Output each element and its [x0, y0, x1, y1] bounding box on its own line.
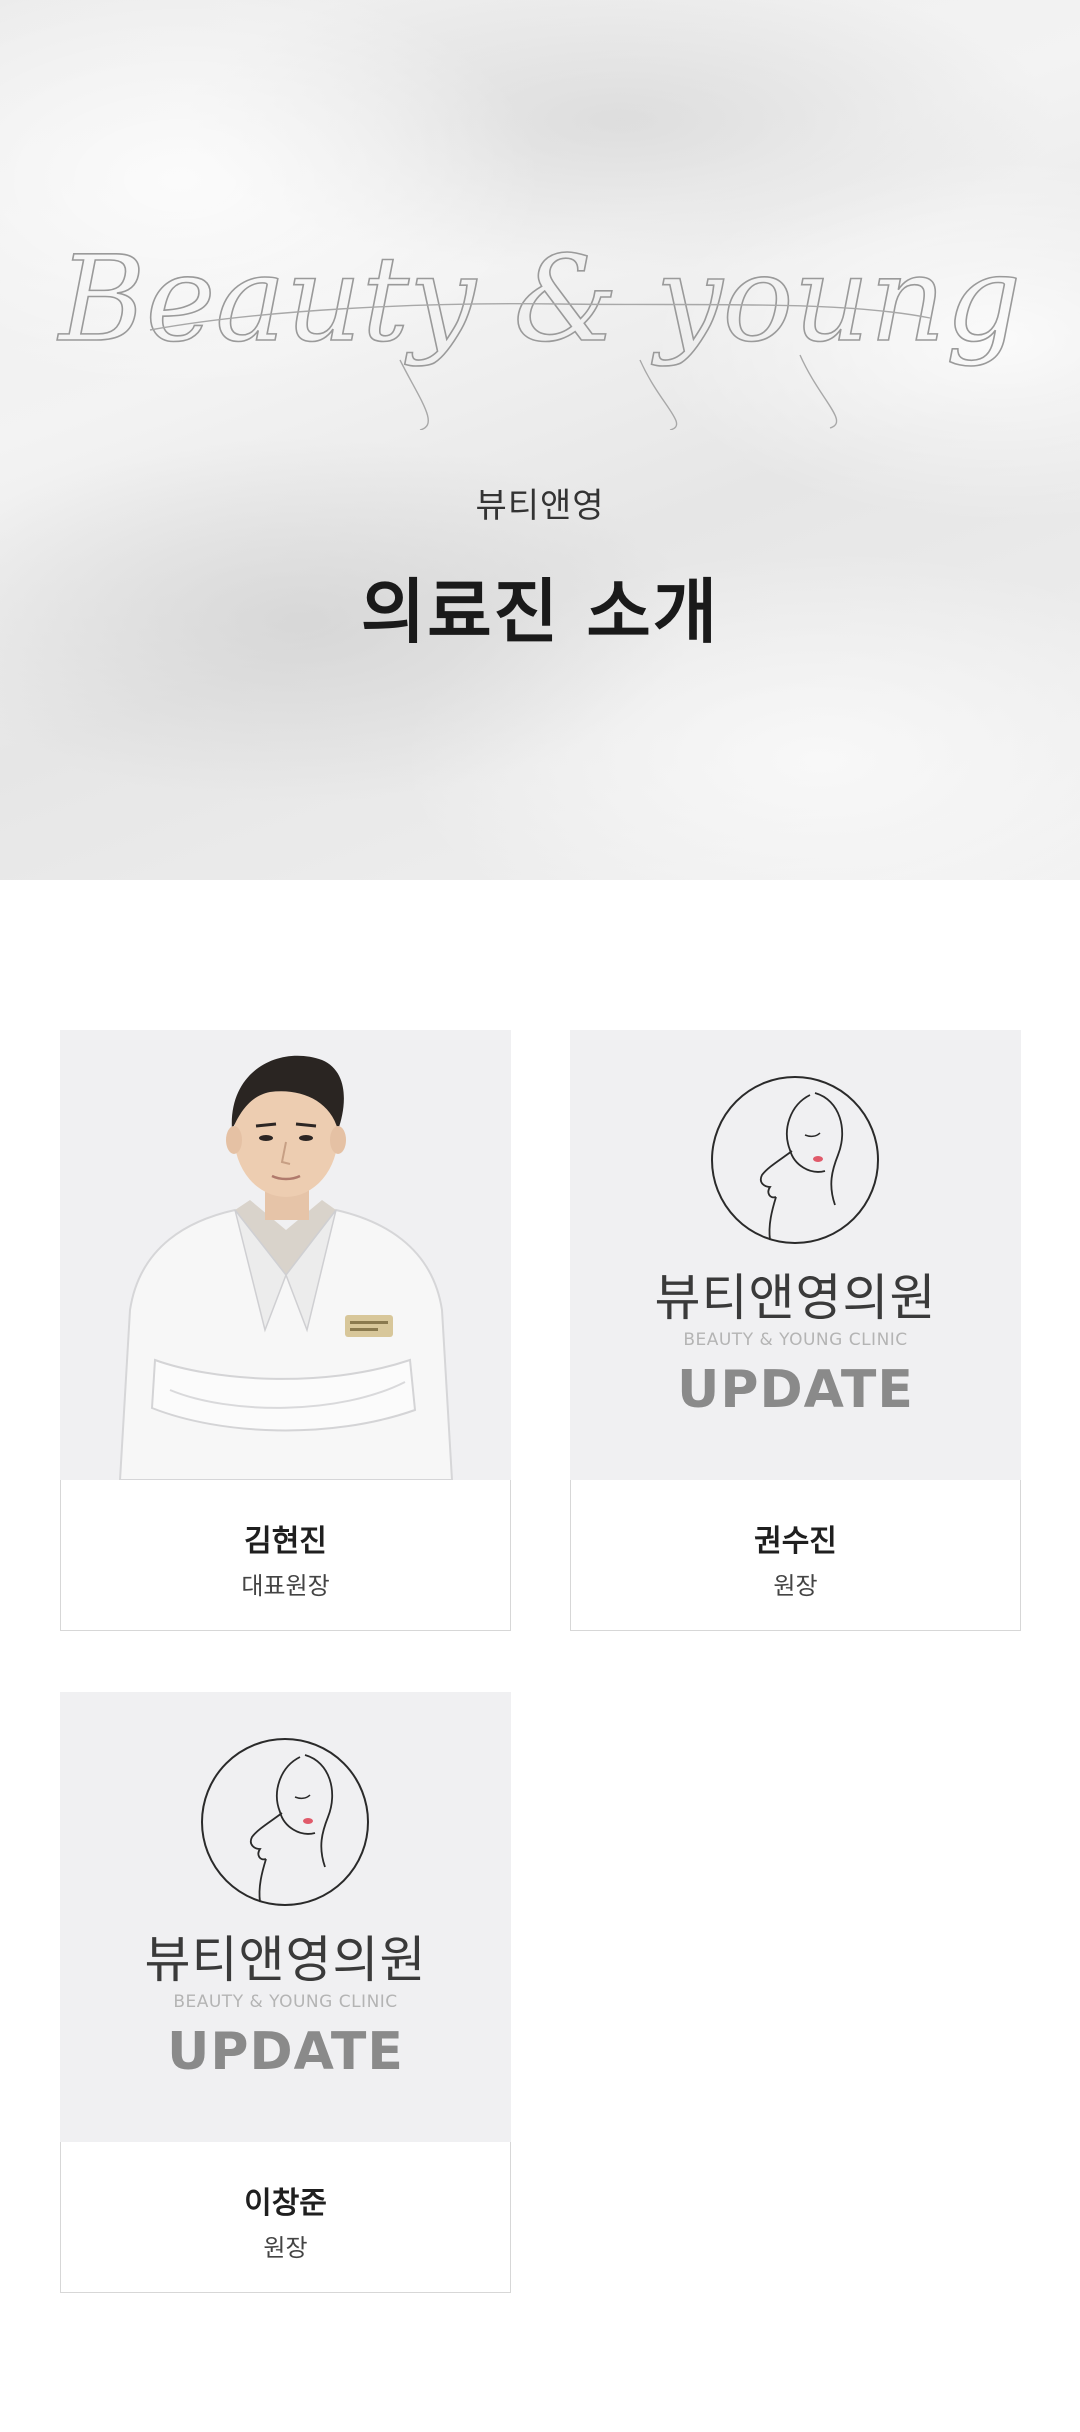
doctor-name: 김현진 — [244, 1524, 327, 1559]
doctor-caption: 이창준 원장 — [60, 2142, 511, 2293]
clinic-name: 뷰티앤영의원 — [654, 1269, 937, 1327]
clinic-name-english: BEAUTY & YOUNG CLINIC — [683, 1330, 908, 1350]
face-line-logo-icon — [201, 1738, 369, 1906]
update-label: UPDATE — [167, 2022, 404, 2082]
doctor-caption: 김현진 대표원장 — [60, 1480, 511, 1631]
beauty-young-script-logo: Beauty & young — [56, 229, 1022, 430]
clinic-name-english: BEAUTY & YOUNG CLINIC — [173, 1992, 398, 2012]
doctor-photo-placeholder: 뷰티앤영의원 BEAUTY & YOUNG CLINIC UPDATE — [570, 1030, 1021, 1480]
doctor-card-2[interactable]: 뷰티앤영의원 BEAUTY & YOUNG CLINIC UPDATE 권수진 … — [570, 1030, 1021, 1631]
doctor-name: 이창준 — [244, 2186, 327, 2221]
clinic-name: 뷰티앤영의원 — [144, 1931, 427, 1989]
doctor-role: 원장 — [773, 1572, 818, 1600]
hero-banner: Beauty & young 뷰티앤영 의료진 소개 — [0, 0, 1080, 880]
doctor-role: 원장 — [263, 2234, 308, 2262]
update-label: UPDATE — [677, 1360, 914, 1420]
doctor-card-1[interactable]: 김현진 대표원장 — [60, 1030, 511, 1631]
page-title: 의료진 소개 — [360, 571, 720, 653]
doctor-photo — [60, 1030, 511, 1480]
doctor-name: 권수진 — [754, 1524, 837, 1559]
doctor-role: 대표원장 — [241, 1572, 330, 1600]
doctor-caption: 권수진 원장 — [570, 1480, 1021, 1631]
doctor-photo-placeholder: 뷰티앤영의원 BEAUTY & YOUNG CLINIC UPDATE — [60, 1692, 511, 2142]
hero-subtitle: 뷰티앤영 — [475, 486, 605, 526]
face-line-logo-icon — [711, 1076, 879, 1244]
doctor-card-3[interactable]: 뷰티앤영의원 BEAUTY & YOUNG CLINIC UPDATE 이창준 … — [60, 1692, 511, 2293]
script-title-text: Beauty & young — [57, 230, 1021, 368]
doctor-portrait-image — [118, 1055, 454, 1480]
